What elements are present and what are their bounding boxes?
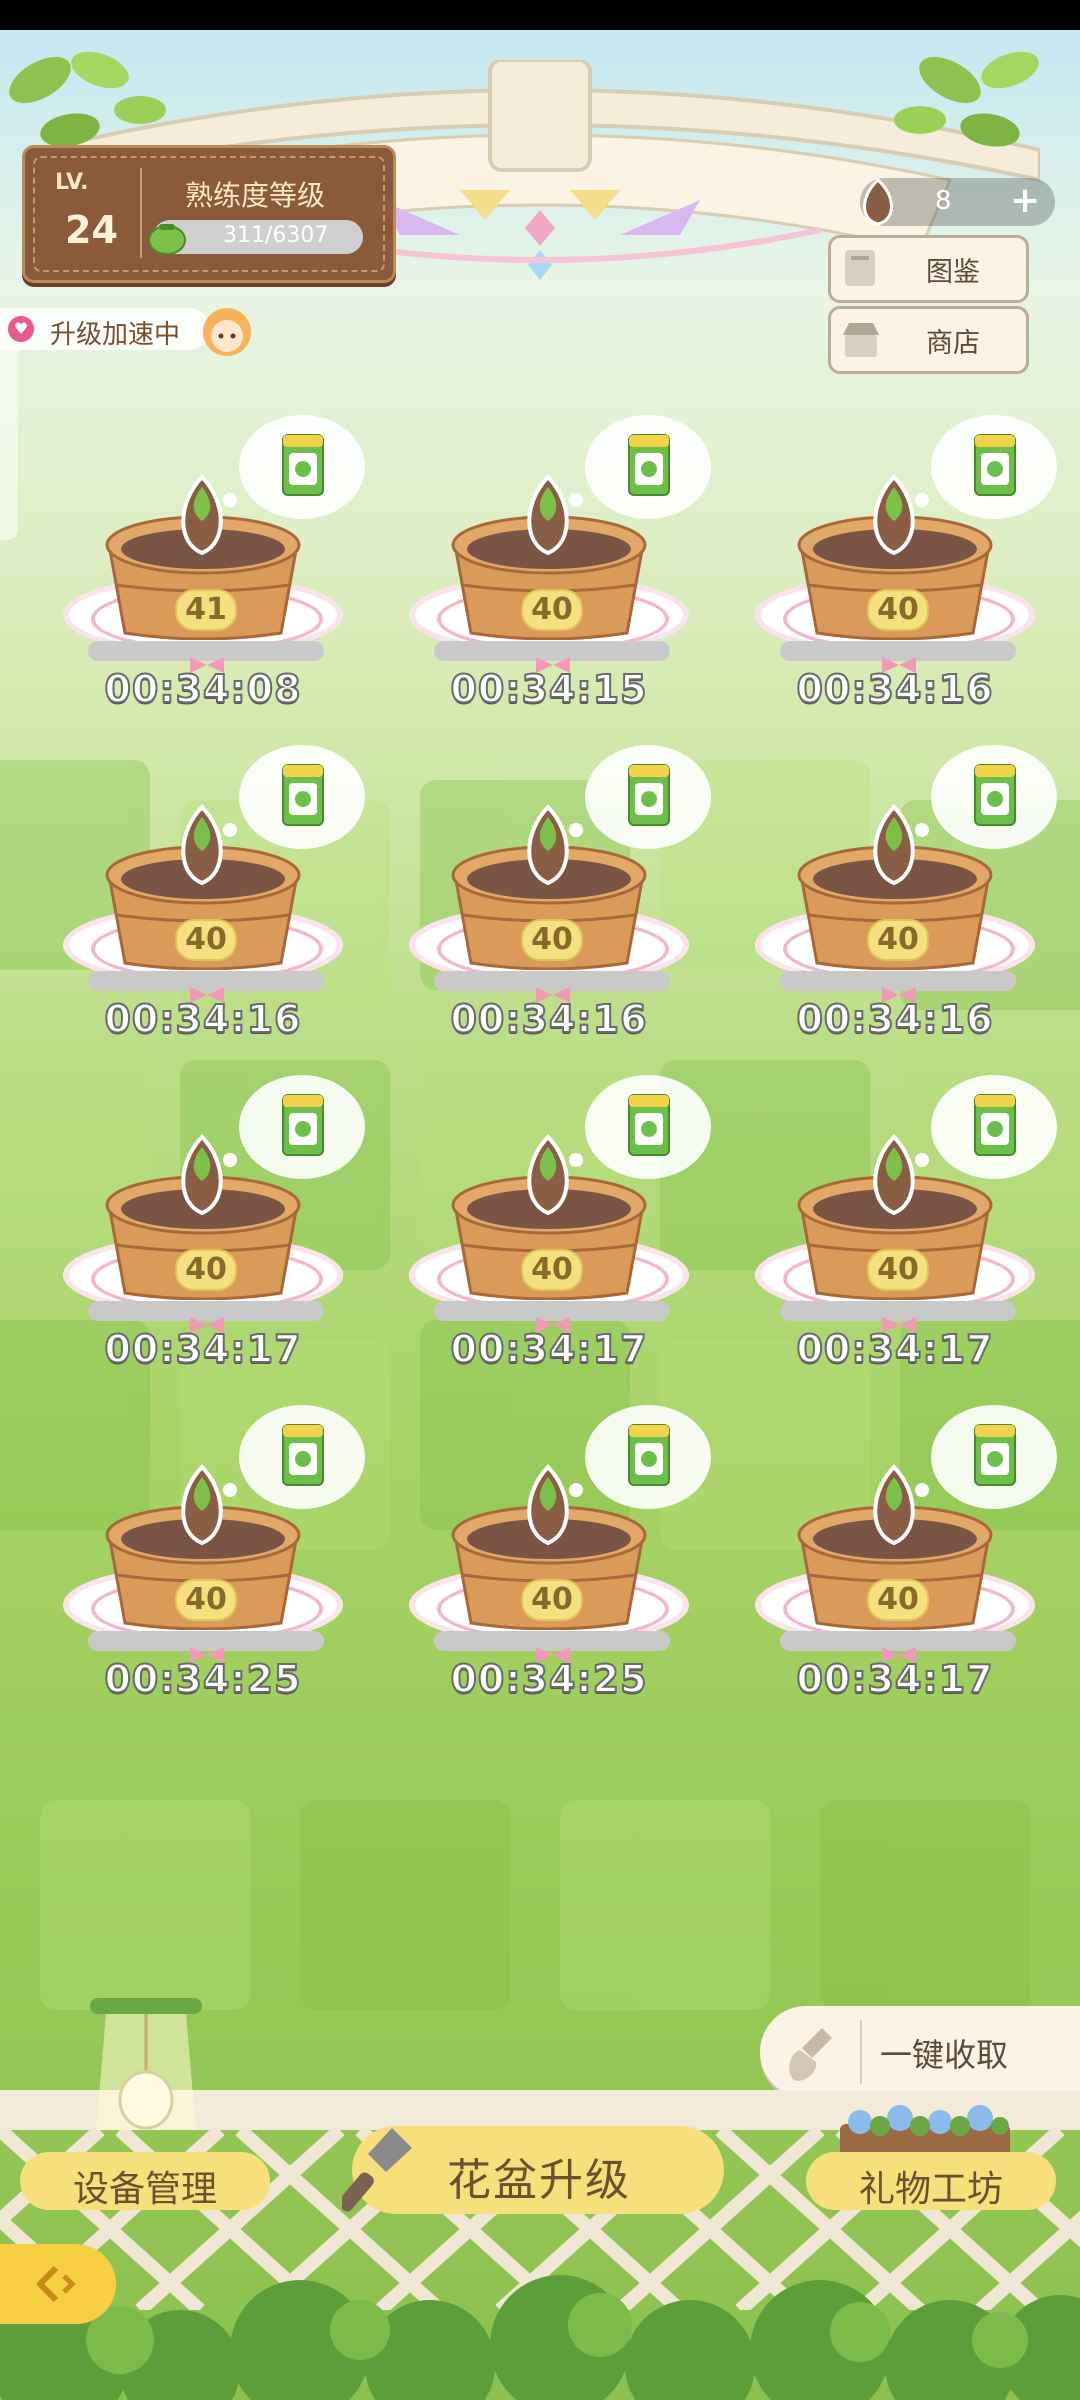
catalog-label: 图鉴 [926,257,980,288]
pot-level-badge: 40 [867,1249,929,1291]
seed-sprout-icon [527,474,569,556]
bush-decoration [0,2275,1080,2400]
pot-timer: 00:34:17 [103,1326,302,1372]
collect-all-button[interactable]: 一键收取 [760,2006,1080,2098]
device-management-button[interactable]: 设备管理 [20,2152,270,2210]
seed-sprout-icon [873,1134,915,1216]
collect-all-label: 一键收取 [880,2036,1009,2074]
gift-workshop-label: 礼物工坊 [858,2169,1003,2210]
player-level: 24 [65,208,118,252]
pot-timer: 00:34:08 [103,666,302,712]
seed-packet-icon[interactable] [973,763,1017,827]
game-screen: LV. 24 熟练度等级 311/6307 ♥ 升级加速中 8 + 图鉴 商店 … [0,0,1080,2400]
pot-timer: 00:34:16 [795,666,994,712]
seed-sprout-icon [873,474,915,556]
flower-pot[interactable]: 40 00:34:15 [399,415,711,715]
pot-level-badge: 40 [175,1579,237,1621]
book-icon [845,250,875,286]
seed-packet-icon[interactable] [973,1423,1017,1487]
pot-timer: 00:34:15 [449,666,648,712]
back-button[interactable] [0,2244,116,2324]
shop-icon [843,323,879,357]
proficiency-progress-bar: 311/6307 [148,220,363,255]
pot-level-badge: 40 [175,919,237,961]
flower-pot[interactable]: 40 00:34:17 [745,1405,1057,1705]
status-bar [0,0,1080,30]
seed-packet-icon[interactable] [281,1423,325,1487]
flower-pot[interactable]: 40 00:34:17 [53,1075,365,1375]
seed-packet-icon[interactable] [627,1423,671,1487]
side-drawer-handle[interactable] [0,340,18,540]
flower-pot[interactable]: 40 00:34:17 [745,1075,1057,1375]
pot-upgrade-label: 花盆升级 [447,2155,631,2206]
proficiency-exp: 311/6307 [223,223,329,248]
seed-packet-icon[interactable] [627,433,671,497]
pot-timer: 00:34:17 [795,1326,994,1372]
seed-sprout-icon [527,1464,569,1546]
seed-packet-icon[interactable] [281,433,325,497]
pot-timer: 00:34:17 [449,1326,648,1372]
pot-timer: 00:34:17 [795,1656,994,1702]
pot-level-badge: 40 [867,589,929,631]
seed-packet-icon[interactable] [627,1093,671,1157]
seed-sprout-icon [181,804,223,886]
lamp-icon [90,1998,202,2130]
pot-upgrade-button[interactable]: 花盆升级 [342,2126,724,2214]
seed-sprout-icon [527,1134,569,1216]
character-avatar[interactable] [195,298,259,362]
shovel-icon [789,2028,832,2081]
seed-packet-icon[interactable] [627,763,671,827]
flower-pot[interactable]: 40 00:34:16 [745,415,1057,715]
device-management-label: 设备管理 [72,2169,217,2210]
seed-packet-icon[interactable] [973,433,1017,497]
seed-sprout-icon [873,804,915,886]
heart-icon: ♥ [8,316,34,342]
leaf-vine-decoration [894,51,1039,147]
pot-level-badge: 40 [521,589,583,631]
seed-packet-icon[interactable] [973,1093,1017,1157]
flower-pot[interactable]: 40 00:34:16 [745,745,1057,1045]
watering-can-icon [148,224,186,255]
level-panel[interactable]: LV. 24 熟练度等级 311/6307 [22,145,396,283]
upgrade-speedup-banner[interactable]: ♥ 升级加速中 [0,308,210,350]
seed-count: 8 [935,186,952,216]
seed-packet-icon[interactable] [281,1093,325,1157]
pot-timer: 00:34:25 [449,1656,648,1702]
level-label: LV. [55,170,89,195]
seed-sprout-icon [873,1464,915,1546]
pot-timer: 00:34:25 [103,1656,302,1702]
flower-pot[interactable]: 41 00:34:08 [53,415,365,715]
seed-sprout-icon [181,474,223,556]
speedup-label: 升级加速中 [50,320,181,350]
pot-level-badge: 40 [175,1249,237,1291]
seed-sprout-icon [181,1134,223,1216]
seed-sprout-icon [181,1464,223,1546]
seed-packet-icon[interactable] [281,763,325,827]
proficiency-title: 熟练度等级 [185,179,326,212]
catalog-button[interactable]: 图鉴 [828,235,1029,303]
shop-label: 商店 [926,328,980,359]
pot-timer: 00:34:16 [449,996,648,1042]
flower-pot[interactable]: 40 00:34:17 [399,1075,711,1375]
seed-icon [863,177,893,226]
flower-pot[interactable]: 40 00:34:16 [399,745,711,1045]
shop-button[interactable]: 商店 [828,306,1029,374]
seed-sprout-icon [527,804,569,886]
pot-level-badge: 40 [867,1579,929,1621]
pot-level-badge: 40 [521,919,583,961]
trowel-icon [342,2128,412,2212]
flower-pot[interactable]: 40 00:34:25 [399,1405,711,1705]
gift-workshop-button[interactable]: 礼物工坊 [806,2152,1056,2210]
pot-level-badge: 41 [175,589,237,631]
flower-pot[interactable]: 40 00:34:16 [53,745,365,1045]
pot-timer: 00:34:16 [795,996,994,1042]
pot-level-badge: 40 [521,1579,583,1621]
pot-level-badge: 40 [521,1249,583,1291]
seed-counter: 8 + [860,177,1055,226]
flower-pot[interactable]: 40 00:34:25 [53,1405,365,1705]
pot-level-badge: 40 [867,919,929,961]
back-arrow-icon [37,2265,76,2303]
pot-timer: 00:34:16 [103,996,302,1042]
add-seed-button[interactable]: + [1010,180,1040,221]
